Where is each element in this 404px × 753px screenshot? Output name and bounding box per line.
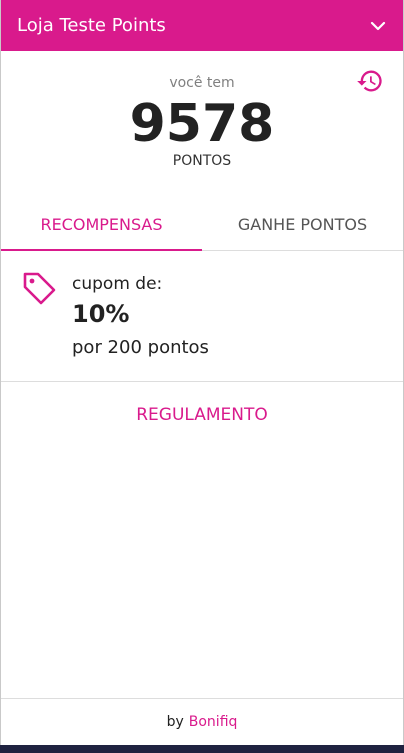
store-title: Loja Teste Points: [17, 15, 166, 36]
bottom-bar: [0, 745, 404, 753]
bonifiq-link[interactable]: Bonifiq: [189, 714, 238, 730]
reward-value: 10%: [72, 300, 130, 328]
tab-ganhe-pontos[interactable]: GANHE PONTOS: [202, 198, 403, 250]
points-balance: você tem 9578 PONTOS: [1, 72, 403, 170]
reward-cost: por 200 pontos: [72, 337, 209, 358]
tag-icon: [21, 270, 57, 306]
tab-bar: RECOMPENSAS GANHE PONTOS: [1, 198, 403, 251]
balance-unit: PONTOS: [172, 153, 232, 169]
tab-recompensas[interactable]: RECOMPENSAS: [1, 198, 202, 251]
footer: by Bonifiq: [1, 698, 403, 745]
reward-card[interactable]: cupom de: 10% por 200 pontos: [1, 251, 403, 382]
balance-label: você tem: [169, 75, 235, 91]
reward-details: cupom de: 10% por 200 pontos: [72, 273, 209, 361]
reward-label: cupom de:: [72, 274, 163, 294]
widget-header[interactable]: Loja Teste Points: [1, 0, 403, 51]
points-widget: Loja Teste Points você tem 9578 PONTOS R…: [0, 0, 404, 745]
balance-value: 9578: [129, 94, 275, 154]
regulamento-link[interactable]: REGULAMENTO: [1, 405, 403, 425]
chevron-down-icon[interactable]: [369, 17, 387, 35]
footer-prefix: by: [166, 714, 184, 730]
